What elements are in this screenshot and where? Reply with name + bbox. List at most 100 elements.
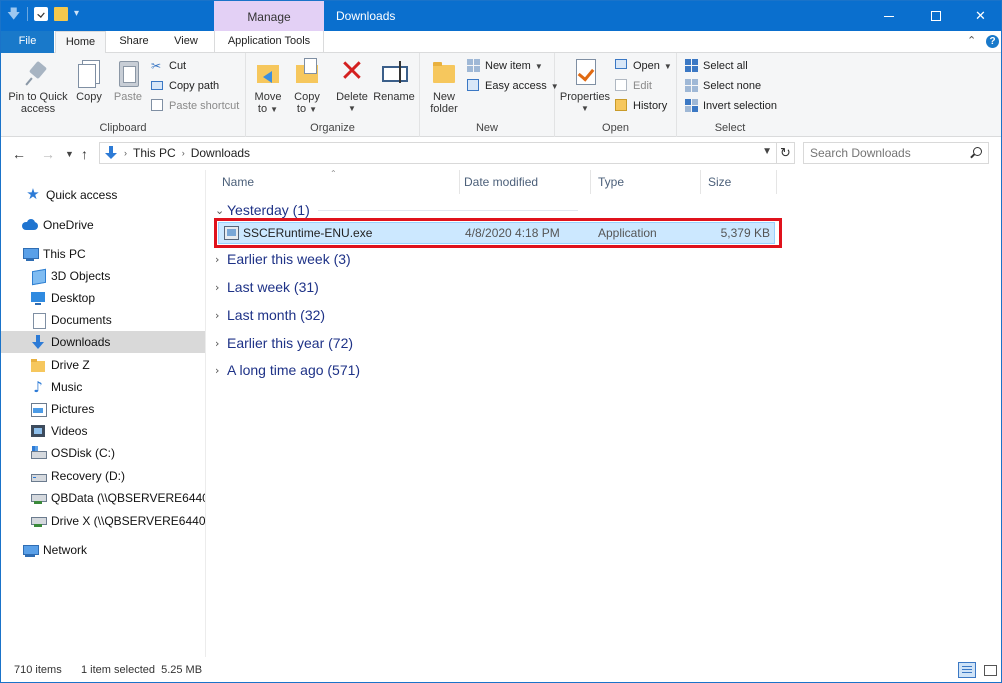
address-bar[interactable]: › This PC › Downloads ▼	[99, 142, 777, 164]
copy-icon	[75, 57, 103, 88]
copy-path-icon	[151, 79, 165, 93]
star-icon: ★	[26, 186, 40, 203]
properties-check-icon[interactable]	[34, 7, 48, 21]
folder-icon	[430, 57, 458, 87]
refresh-button[interactable]: ↻	[777, 142, 795, 164]
select-all-button[interactable]: Select all	[685, 57, 748, 75]
tab-file[interactable]: File	[1, 31, 54, 53]
pin-to-quick-access-button[interactable]: Pin to Quick access	[5, 57, 71, 115]
group-header-long-time-ago[interactable]: › A long time ago (571)	[215, 359, 360, 381]
copy-path-button[interactable]: Copy path	[151, 77, 219, 95]
select-none-button[interactable]: Select none	[685, 77, 761, 95]
search-box[interactable]	[803, 142, 989, 164]
context-tab-manage[interactable]: Manage	[214, 1, 324, 31]
nav-item-osdisk[interactable]: OSDisk (C:)	[1, 442, 205, 464]
up-arrow-icon[interactable]: ↑	[81, 146, 88, 162]
search-input[interactable]	[804, 143, 964, 163]
properties-button[interactable]: Properties ▼	[559, 57, 611, 115]
cut-label: Cut	[169, 60, 187, 72]
nav-item-recovery[interactable]: Recovery (D:)	[1, 465, 205, 487]
nav-item-label: 3D Objects	[51, 269, 111, 283]
close-button[interactable]: ✕	[958, 1, 1001, 31]
move-to-button[interactable]: Move to ▼	[250, 57, 286, 116]
column-header-name[interactable]: Name ⌃	[215, 169, 460, 194]
chevron-down-icon: ▼	[270, 105, 279, 114]
column-header-size[interactable]: Size	[701, 170, 777, 194]
nav-item-documents[interactable]: Documents	[1, 309, 205, 331]
chevron-right-icon: ›	[215, 308, 220, 322]
nav-item-3d-objects[interactable]: 3D Objects	[1, 265, 205, 287]
nav-item-music[interactable]: ♪ Music	[1, 376, 205, 398]
tab-share[interactable]: Share	[109, 31, 159, 53]
group-header-earlier-this-week[interactable]: › Earlier this week (3)	[215, 248, 351, 270]
open-button[interactable]: Open ▼	[615, 57, 672, 75]
pin-label-line2: access	[20, 103, 56, 115]
new-folder-button[interactable]: New folder	[426, 57, 462, 115]
navigation-pane: ★ Quick access OneDrive This PC 3D Object…	[1, 170, 206, 657]
group-header-last-month[interactable]: › Last month (32)	[215, 304, 325, 326]
details-view-icon[interactable]	[958, 662, 976, 678]
computer-icon	[22, 246, 39, 262]
copy-button[interactable]: Copy	[71, 57, 107, 103]
nav-item-drive-z[interactable]: Drive Z	[1, 354, 205, 376]
rename-button[interactable]: Rename	[372, 57, 416, 103]
breadcrumb-separator-icon[interactable]: ›	[124, 148, 127, 158]
chevron-down-icon: ▼	[348, 104, 356, 113]
nav-item-downloads[interactable]: Downloads	[1, 331, 205, 353]
column-header-date-modified[interactable]: Date modified	[457, 170, 591, 194]
nav-item-label: Music	[51, 380, 83, 394]
nav-item-desktop[interactable]: Desktop	[1, 287, 205, 309]
nav-item-quick-access[interactable]: ★ Quick access	[1, 184, 205, 206]
customize-qat-icon[interactable]: ▾	[74, 7, 88, 21]
nav-item-pictures[interactable]: Pictures	[1, 398, 205, 420]
back-arrow-icon[interactable]: ←	[12, 146, 26, 162]
copy-to-button[interactable]: Copy to ▼	[290, 57, 324, 116]
tab-application-tools[interactable]: Application Tools	[214, 31, 324, 53]
easy-access-button[interactable]: Easy access ▼	[467, 77, 559, 95]
group-header-last-week[interactable]: › Last week (31)	[215, 276, 319, 298]
nav-item-label: Quick access	[46, 188, 118, 202]
new-folder-icon[interactable]	[54, 7, 68, 21]
address-history-chevron-icon[interactable]: ▼	[762, 146, 772, 157]
minimize-icon	[883, 15, 894, 17]
minimize-button[interactable]	[866, 1, 911, 31]
documents-icon	[30, 312, 46, 329]
tab-home[interactable]: Home	[55, 31, 106, 54]
paste-shortcut-button[interactable]: Paste shortcut	[151, 97, 239, 115]
cut-button[interactable]: ✂ Cut	[151, 57, 186, 75]
edit-button[interactable]: Edit	[615, 77, 652, 95]
quick-access-toolbar: 🡇 ▾	[7, 7, 88, 21]
breadcrumb-downloads[interactable]: Downloads	[191, 146, 250, 160]
maximize-button[interactable]	[913, 1, 958, 31]
group-header-earlier-this-year[interactable]: › Earlier this year (72)	[215, 332, 353, 354]
invert-selection-button[interactable]: Invert selection	[685, 97, 777, 115]
nav-item-onedrive[interactable]: OneDrive	[1, 214, 205, 236]
large-icons-view-icon[interactable]	[981, 662, 999, 678]
nav-item-this-pc[interactable]: This PC	[1, 243, 205, 265]
nav-item-videos[interactable]: Videos	[1, 420, 205, 442]
new-folder-label-line1: New	[432, 91, 455, 103]
copy-path-label: Copy path	[169, 80, 220, 92]
recent-locations-icon[interactable]: ▼	[65, 149, 74, 159]
collapse-ribbon-icon[interactable]: ⌃	[967, 34, 976, 47]
history-button[interactable]: History	[615, 97, 667, 115]
forward-arrow-icon[interactable]: →	[41, 146, 55, 162]
group-label: Earlier this year (72)	[227, 335, 354, 351]
downloads-location-icon	[104, 146, 118, 160]
nav-item-drive-x[interactable]: Drive X (\\QBSERVERE6440\Silic	[1, 510, 205, 532]
search-icon[interactable]	[973, 147, 982, 156]
delete-button[interactable]: ✕ Delete ▼	[333, 57, 371, 115]
column-header-type[interactable]: Type	[591, 170, 701, 194]
history-label: History	[633, 100, 668, 112]
nav-item-qbdata[interactable]: QBData (\\QBSERVERE6440) (Q:	[1, 487, 205, 509]
breadcrumb-separator-icon[interactable]: ›	[182, 148, 185, 158]
select-none-label: Select none	[703, 80, 762, 92]
help-icon[interactable]: ?	[986, 35, 999, 48]
new-item-button[interactable]: New item ▼	[467, 57, 543, 75]
network-drive-icon	[30, 490, 47, 506]
paste-button[interactable]: Paste	[111, 57, 145, 103]
down-arrow-icon[interactable]: 🡇	[7, 7, 21, 21]
nav-item-network[interactable]: Network	[1, 539, 205, 561]
tab-view[interactable]: View	[161, 31, 211, 53]
breadcrumb-this-pc[interactable]: This PC	[133, 146, 176, 160]
